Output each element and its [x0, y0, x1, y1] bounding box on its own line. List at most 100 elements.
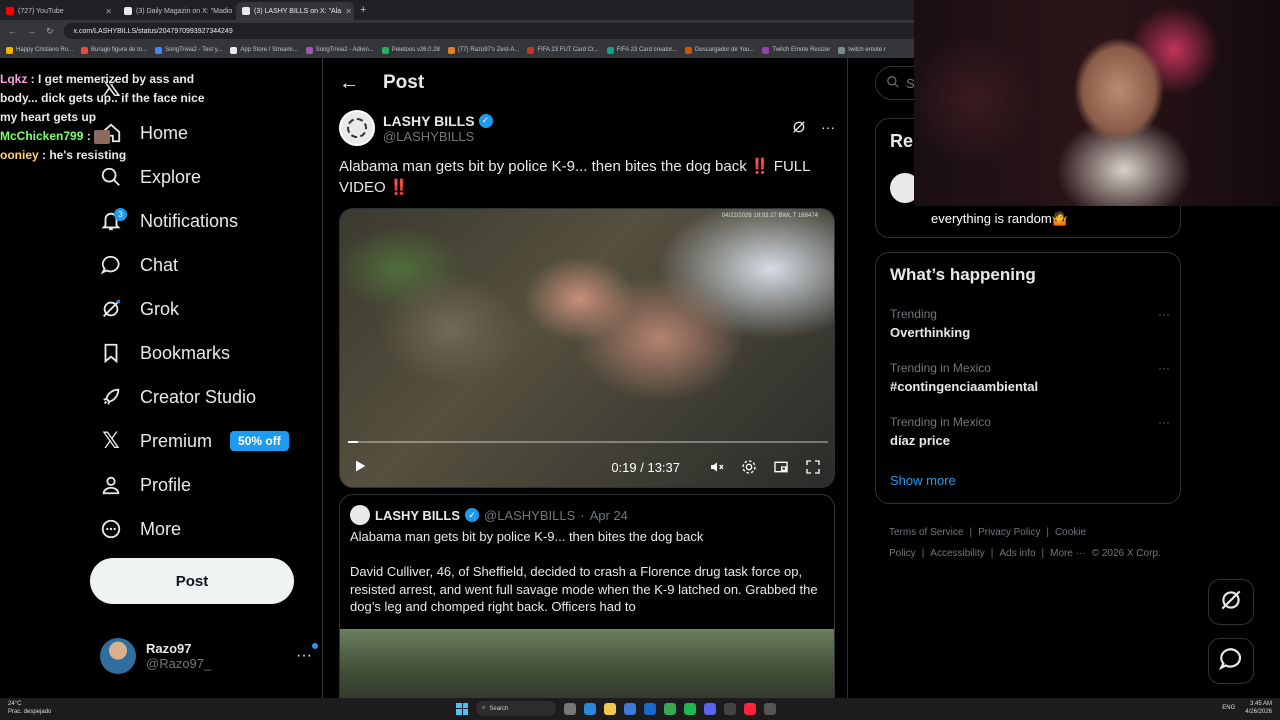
weather-temp: 24°C [8, 701, 22, 707]
language-indicator[interactable]: ENG [1222, 704, 1235, 712]
footer-link[interactable]: Ads info [999, 548, 1035, 559]
settings-gear-icon[interactable] [740, 458, 758, 476]
forward-nav-icon[interactable]: → [27, 26, 36, 36]
new-tab-icon[interactable]: + [360, 4, 366, 16]
edge-icon[interactable] [584, 702, 596, 715]
video-time: 0:19 / 13:37 [611, 459, 680, 475]
play-icon[interactable] [352, 458, 368, 477]
sidebar-item-premium[interactable]: 𝕏 Premium 50% off [100, 426, 289, 456]
back-nav-icon[interactable]: ← [8, 26, 17, 36]
bookmark-item[interactable]: Peletoos v26.0.28 [381, 46, 440, 54]
bookmark-item[interactable]: twitch emote r [838, 46, 886, 54]
chat-message: McChicken799 : [0, 127, 220, 146]
picture-in-picture-icon[interactable] [772, 458, 790, 476]
browser-tab-daily-magazin[interactable]: (3) Daily Magazin on X: "Madio ✕ [118, 2, 236, 20]
bookmark-item[interactable]: SongTrivia2 - Adivin... [305, 46, 374, 54]
bookmark-label: Descargador de You... [695, 47, 755, 53]
fullscreen-icon[interactable] [804, 458, 822, 476]
taskbar-search[interactable]: ⌕ Search [476, 701, 556, 716]
author-avatar[interactable] [339, 110, 375, 146]
bookmark-item[interactable]: SongTrivia2 - Test y... [155, 46, 222, 54]
author-handle[interactable]: @LASHYBILLS [383, 129, 493, 144]
sidebar-item-more[interactable]: More [100, 514, 181, 544]
sidebar-item-label: Notifications [140, 210, 239, 231]
sidebar-item-chat[interactable]: Chat [100, 250, 178, 280]
clock[interactable]: 3:45 AM 4/26/2026 [1245, 700, 1272, 716]
bookmark-label: FIFA 23 Card creator... [616, 47, 677, 53]
account-more-icon[interactable]: ··· [296, 643, 318, 665]
grok-icon [1218, 587, 1244, 618]
account-switcher[interactable]: Razo97 @Razo97_ ··· [100, 638, 318, 674]
quote-media-thumbnail [340, 629, 834, 698]
bookmark-item[interactable]: Twitch Emote Resizer [762, 46, 830, 54]
file-explorer-icon[interactable] [604, 702, 616, 715]
footer-link[interactable]: Accessibility [930, 548, 984, 559]
bookmark-item[interactable]: Happy Cristiano Ro... [6, 46, 74, 54]
more-options-icon[interactable]: ··· [821, 119, 835, 138]
app-icon[interactable] [764, 702, 776, 715]
browser-tab-lashy-bills[interactable]: (3) LASHY BILLS on X: "Ala ✕ [236, 2, 354, 20]
footer-link[interactable]: More ··· [1050, 548, 1086, 559]
trend-item[interactable]: Trending in Mexico díaz price ··· [890, 415, 1170, 448]
chat-floating-button[interactable] [1208, 638, 1254, 684]
weather-widget[interactable]: 24°C Prac. despejado [8, 700, 51, 716]
bookmark-label: SongTrivia2 - Adivin... [315, 47, 374, 53]
grok-explain-icon[interactable] [791, 119, 807, 138]
chat-username: Lqkz [0, 72, 28, 86]
footer-link[interactable]: Privacy Policy [978, 527, 1040, 538]
reload-icon[interactable]: ↻ [46, 26, 54, 37]
search-icon: ⌕ [482, 705, 486, 711]
bookmark-item[interactable]: Descargador de You... [685, 46, 755, 54]
sidebar-item-label: Profile [140, 474, 192, 495]
show-more-link[interactable]: Show more [890, 473, 956, 488]
video-player[interactable]: 04/22/2026 19:03:27 BWL T 168474 0:19 / … [339, 208, 835, 488]
bookmark-item[interactable]: (77) Razo97's Zest-A... [447, 46, 519, 54]
unread-dot [312, 643, 318, 649]
task-view-icon[interactable] [564, 702, 576, 715]
tab-close-icon[interactable]: ✕ [105, 7, 112, 16]
back-arrow-icon[interactable]: ← [339, 72, 359, 95]
grok-floating-button[interactable] [1208, 579, 1254, 625]
trend-name: Overthinking [890, 325, 971, 340]
quote-body: David Culliver, 46, of Sheffield, decide… [350, 564, 818, 614]
verified-badge-icon: ✓ [478, 113, 493, 128]
store-icon[interactable] [624, 702, 636, 715]
quoted-post[interactable]: LASHY BILLS ✓ @LASHYBILLS · Apr 24 Alaba… [339, 494, 835, 698]
bookmark-item[interactable]: FIFA 23 Card creator... [606, 46, 677, 54]
bookmark-item[interactable]: App Store / Streami... [230, 46, 298, 54]
spotify-icon[interactable] [684, 702, 696, 715]
trend-more-icon[interactable]: ··· [1158, 361, 1170, 375]
obs-icon[interactable] [724, 702, 736, 715]
chat-icon [100, 254, 122, 276]
sidebar-item-explore[interactable]: Explore [100, 162, 201, 192]
sidebar-item-label: Bookmarks [140, 342, 231, 363]
rocket-icon [100, 386, 122, 408]
sidebar-item-grok[interactable]: Grok [100, 294, 179, 324]
bookmark-item[interactable]: FIFA 23 FUT Card Cr... [527, 46, 599, 54]
sidebar-item-creator-studio[interactable]: Creator Studio [100, 382, 256, 412]
post-button[interactable]: Post [90, 558, 294, 604]
browser-tab-youtube[interactable]: (727) YouTube ✕ [0, 2, 118, 20]
tab-close-icon[interactable]: ✕ [345, 7, 352, 16]
url-field[interactable]: x.com/LASHYBILLS/status/2047970993927344… [63, 23, 924, 39]
video-progress-bar[interactable] [348, 441, 828, 443]
trend-more-icon[interactable]: ··· [1158, 415, 1170, 429]
mail-icon[interactable] [644, 702, 656, 715]
music-icon[interactable] [744, 702, 756, 715]
chrome-icon[interactable] [664, 702, 676, 715]
trend-more-icon[interactable]: ··· [1158, 307, 1170, 321]
footer-link[interactable]: © 2026 X Corp. [1092, 548, 1161, 559]
windows-start-icon[interactable] [456, 702, 468, 715]
sidebar-item-profile[interactable]: Profile [100, 470, 191, 500]
footer-separator: | [1041, 548, 1045, 559]
sidebar-item-notifications[interactable]: 3 Notifications [100, 206, 238, 236]
trend-item[interactable]: Trending in Mexico #contingenciaambienta… [890, 361, 1170, 394]
trend-item[interactable]: Trending Overthinking ··· [890, 307, 1170, 340]
footer-link[interactable]: Terms of Service [889, 527, 963, 538]
bookmark-label: Happy Cristiano Ro... [16, 47, 74, 53]
author-name-row[interactable]: LASHY BILLS ✓ [383, 113, 493, 129]
bookmark-item[interactable]: Burago figura de to... [81, 46, 147, 54]
volume-icon[interactable] [708, 458, 726, 476]
sidebar-item-bookmarks[interactable]: Bookmarks [100, 338, 230, 368]
discord-icon[interactable] [704, 702, 716, 715]
